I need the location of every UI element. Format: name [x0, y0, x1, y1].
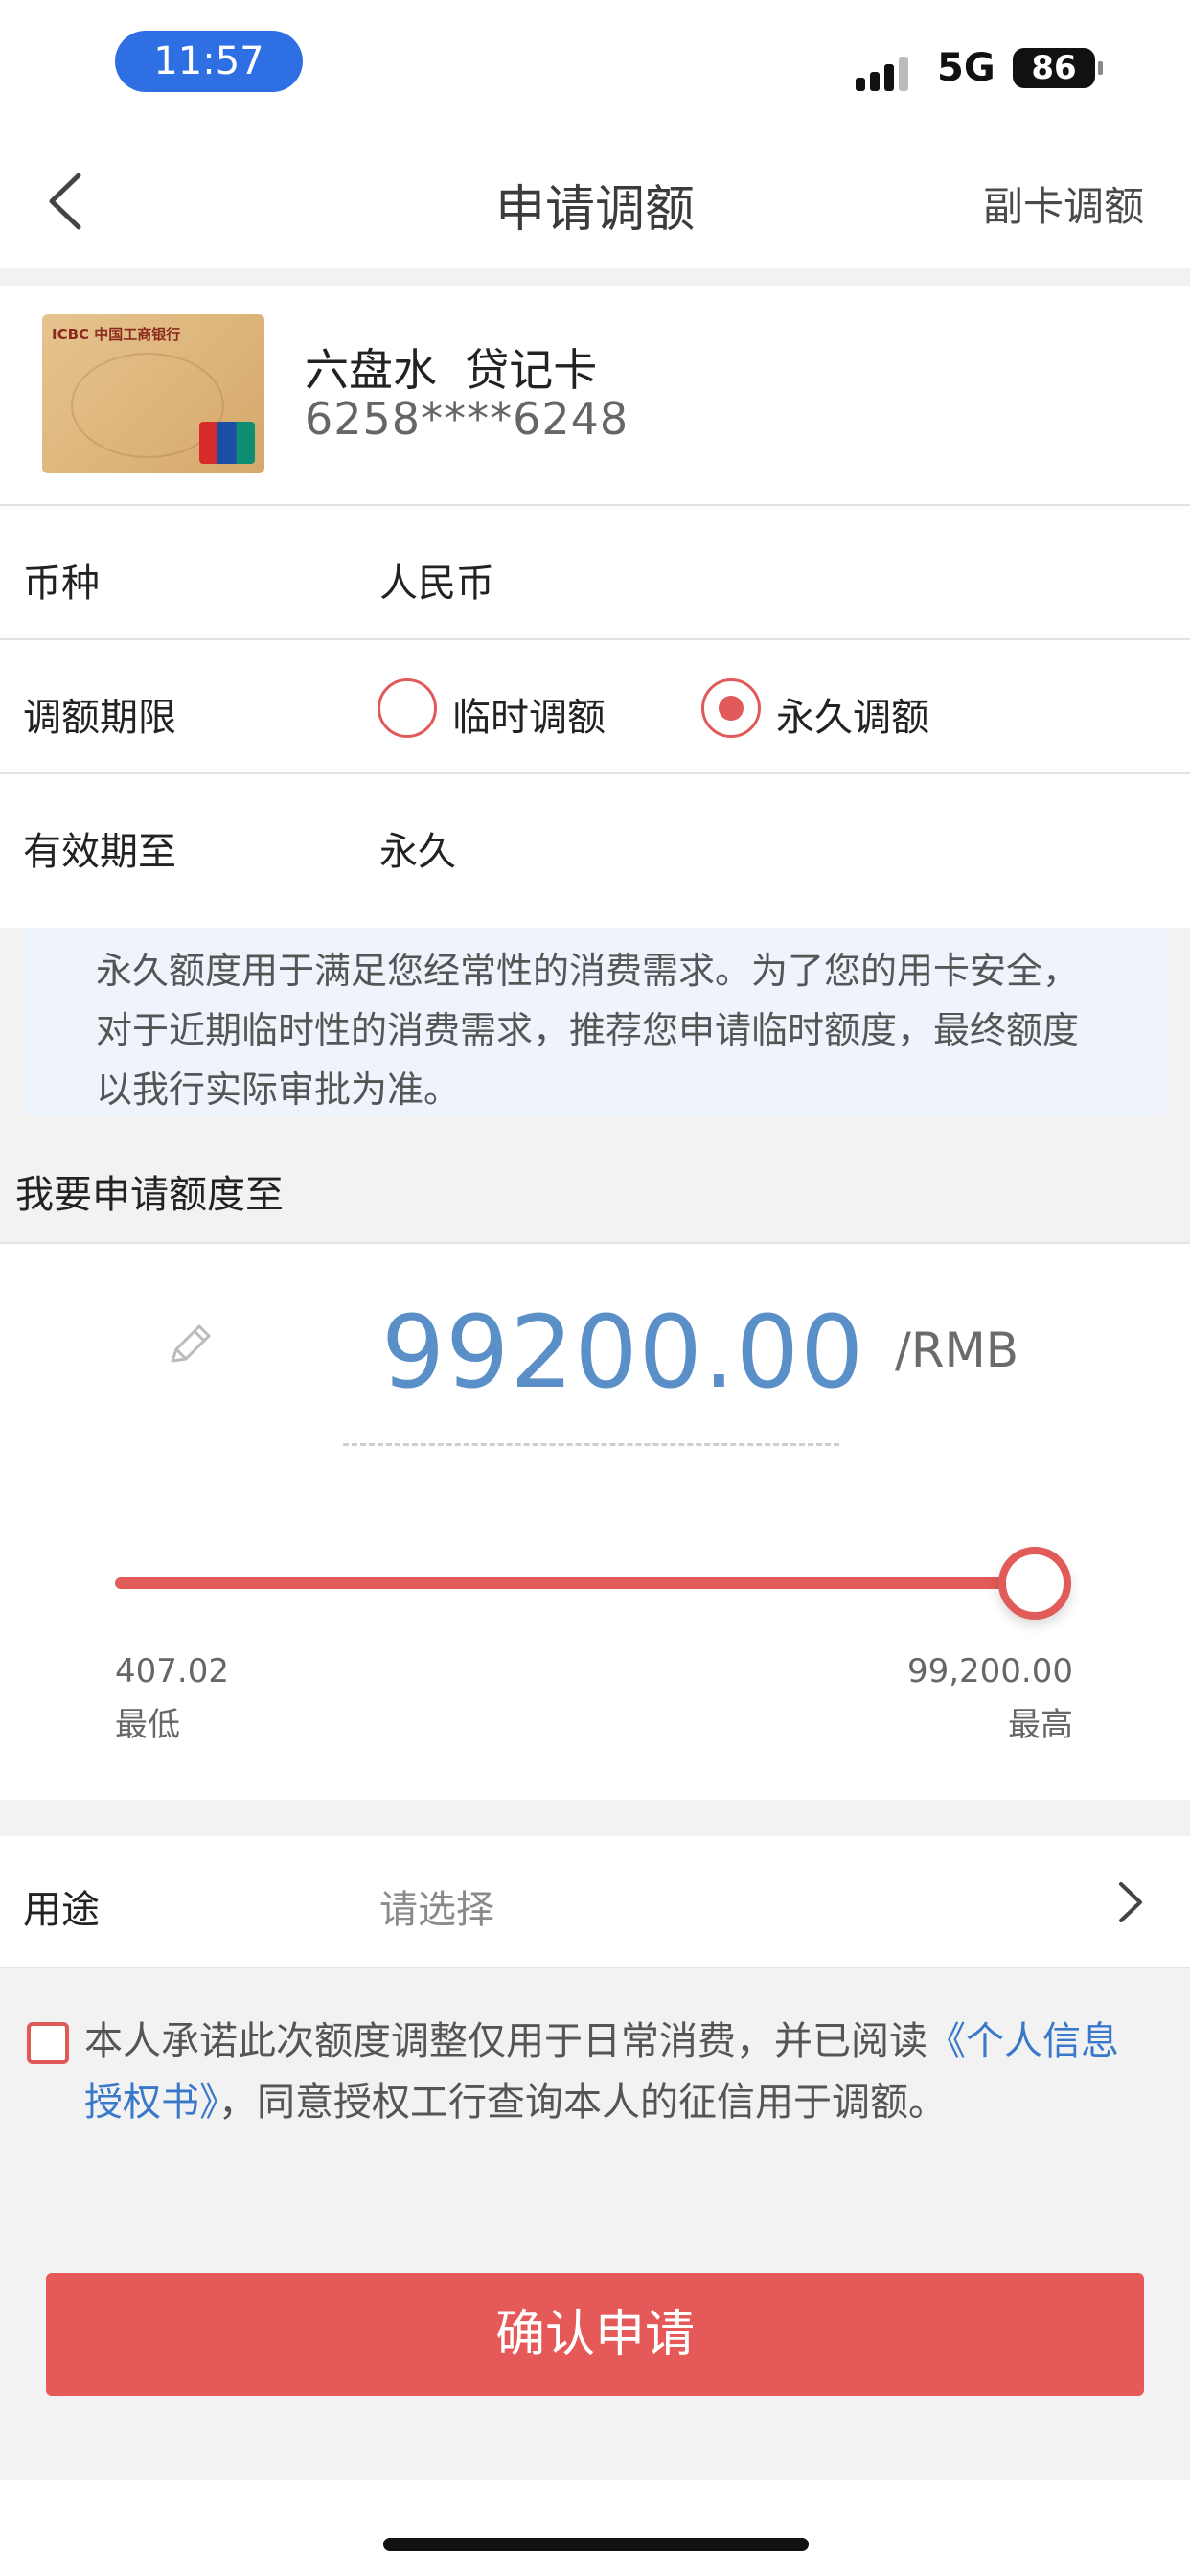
edit-icon	[171, 1324, 211, 1363]
purpose-row[interactable]: 用途 请选择	[0, 1836, 1190, 1968]
valid-until-value: 永久	[379, 830, 456, 874]
slider-max-value: 99,200.00	[906, 1652, 1073, 1690]
valid-until-label: 有效期至	[23, 830, 176, 874]
slider-min-value: 407.02	[115, 1652, 229, 1690]
amount-section: 99200.00 /RMB 407.02 最低 99,200.00 最高	[0, 1242, 1190, 1800]
confirm-button[interactable]: 确认申请	[46, 2273, 1144, 2396]
slider-max-label: 最高	[1008, 1706, 1073, 1744]
status-bar: 11:57 5G 86	[0, 0, 1190, 134]
currency-label: 币种	[23, 562, 100, 606]
currency-value: 人民币	[379, 562, 494, 606]
nav-bar: 申请调额 副卡调额	[0, 134, 1190, 268]
home-indicator-area	[0, 2480, 1190, 2576]
agreement-checkbox[interactable]	[27, 2022, 69, 2064]
agreement-text: 本人承诺此次额度调整仅用于日常消费，并已阅读《个人信息授权书》，同意授权工行查询…	[84, 2011, 1148, 2133]
slider-thumb[interactable]	[998, 1547, 1071, 1620]
slider-track[interactable]	[115, 1577, 1035, 1589]
radio-temporary-label[interactable]: 临时调额	[452, 686, 606, 742]
purpose-label: 用途	[23, 1888, 100, 1932]
divider	[0, 268, 1190, 286]
radio-permanent-label[interactable]: 永久调额	[776, 686, 929, 742]
radio-temporary[interactable]	[378, 678, 437, 738]
amount-unit: /RMB	[895, 1322, 1019, 1378]
radio-permanent[interactable]	[701, 678, 761, 738]
signal-icon	[856, 53, 908, 91]
battery-icon: 86	[1013, 48, 1103, 88]
amount-underline	[343, 1443, 839, 1446]
slider-min-label: 最低	[115, 1706, 180, 1744]
term-row: 调额期限 临时调额 永久调额	[0, 638, 1190, 772]
card-info: ICBC 中国工商银行 六盘水 贷记卡 6258****6248	[0, 286, 1190, 504]
chevron-right-icon	[1111, 1878, 1150, 1926]
amount-section-header: 我要申请额度至	[0, 1135, 1190, 1240]
status-time: 11:57	[115, 31, 303, 92]
card-image: ICBC 中国工商银行	[42, 314, 264, 473]
agreement-text-before: 本人承诺此次额度调整仅用于日常消费，并已阅读	[84, 2019, 927, 2063]
unionpay-logo	[199, 422, 255, 464]
valid-until-row: 有效期至 永久	[0, 772, 1190, 928]
amount-input[interactable]: 99200.00	[381, 1294, 864, 1411]
card-name: 六盘水 贷记卡	[305, 344, 598, 396]
card-bank-logo: ICBC 中国工商银行	[52, 326, 181, 343]
notice-text: 永久额度用于满足您经常性的消费需求。为了您的用卡安全，对于近期临时性的消费需求，…	[23, 928, 1167, 1116]
card-number: 6258****6248	[305, 393, 629, 445]
amount-section-title: 我要申请额度至	[15, 1173, 284, 1217]
network-type: 5G	[937, 46, 995, 90]
agreement-text-after: ，同意授权工行查询本人的征信用于调额。	[218, 2081, 947, 2125]
term-label: 调额期限	[23, 696, 176, 740]
purpose-select[interactable]: 请选择	[379, 1878, 494, 1934]
currency-row: 币种 人民币	[0, 504, 1190, 638]
pencil-icon[interactable]	[161, 1317, 218, 1374]
sub-card-adjust-link[interactable]: 副卡调额	[983, 174, 1144, 233]
home-indicator[interactable]	[383, 2538, 809, 2551]
